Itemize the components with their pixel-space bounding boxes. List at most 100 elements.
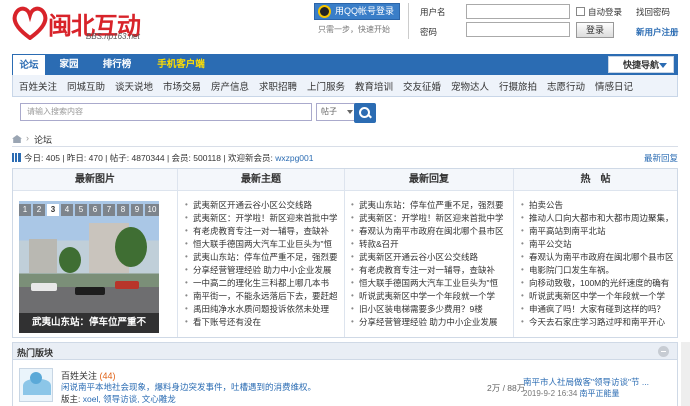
topic-item[interactable]: 武夷新区：开学啦！新区迎来首批中学 bbox=[185, 212, 341, 224]
search-input[interactable]: 请输入搜索内容 bbox=[20, 103, 312, 121]
reply-item[interactable]: 有老虎教育专注一对一辅导，查缺补 bbox=[351, 264, 509, 276]
category-item[interactable]: 宠物达人 bbox=[451, 79, 489, 93]
login-button[interactable]: 登录 bbox=[576, 22, 614, 38]
pager-page[interactable]: 7 bbox=[103, 204, 115, 216]
pager-page[interactable]: 8 bbox=[117, 204, 129, 216]
hot-post-item[interactable]: 申通疯了吗！大家有碰到这样的吗？ bbox=[521, 303, 675, 315]
main-nav: 论坛 家园 排行榜 手机客户端 快捷导航 bbox=[12, 54, 678, 75]
topic-item[interactable]: 武夷山东站：停车位严重不足，强烈要 bbox=[185, 251, 341, 263]
qq-login-button[interactable]: 用QQ帐号登录 bbox=[314, 3, 400, 20]
topic-item[interactable]: 南平街一，不能永远落后下去，要赶超 bbox=[185, 290, 341, 302]
category-item[interactable]: 行摄旅拍 bbox=[499, 79, 537, 93]
reply-item[interactable]: 武夷山东站：停车位严重不足，强烈要 bbox=[351, 199, 509, 211]
reply-item[interactable]: 恒大联手德国两大汽车工业巨头为"恒 bbox=[351, 277, 509, 289]
hot-forums-title: 热门版块 bbox=[17, 348, 54, 358]
new-member-link[interactable]: wxzpg001 bbox=[275, 153, 313, 163]
pager-page[interactable]: 6 bbox=[89, 204, 101, 216]
category-item[interactable]: 求职招聘 bbox=[259, 79, 297, 93]
collapse-icon[interactable] bbox=[658, 346, 669, 357]
category-item[interactable]: 教育培训 bbox=[355, 79, 393, 93]
topic-item[interactable]: 恒大联手德国两大汽车工业巨头为"恒 bbox=[185, 238, 341, 250]
category-item[interactable]: 同城互助 bbox=[67, 79, 105, 93]
reply-item[interactable]: 春观认为南平市政府在闽北哪个县市区 bbox=[351, 225, 509, 237]
column-divider bbox=[513, 169, 514, 337]
hot-post-item[interactable]: 春观认为南平市政府在闽北哪个县市区 bbox=[521, 251, 675, 263]
photo-car bbox=[31, 283, 57, 291]
category-item[interactable]: 情感日记 bbox=[595, 79, 633, 93]
hot-post-item[interactable]: 今天去石家庄学习路过呼和南平开心 bbox=[521, 316, 675, 328]
reply-item[interactable]: 转款&召开 bbox=[351, 238, 509, 250]
search-button[interactable] bbox=[354, 103, 376, 123]
category-item[interactable]: 志愿行动 bbox=[547, 79, 585, 93]
login-divider bbox=[408, 3, 409, 39]
category-item[interactable]: 市场交易 bbox=[163, 79, 201, 93]
category-item[interactable]: 百姓关注 bbox=[19, 79, 57, 93]
reply-item[interactable]: 武夷新区开通云谷小区公交线路 bbox=[351, 251, 509, 263]
topic-item[interactable]: 分享经营管理经验 助力中小企业发展 bbox=[185, 264, 341, 276]
hot-post-item[interactable]: 推动人口向大都市和大都市周边聚集， bbox=[521, 212, 675, 224]
password-input[interactable] bbox=[466, 22, 570, 37]
hot-post-item[interactable]: 电影院门口发生车祸。 bbox=[521, 264, 675, 276]
pager-page[interactable]: 10 bbox=[145, 204, 159, 216]
post-count: 4870344 bbox=[131, 153, 165, 163]
category-item[interactable]: 房产信息 bbox=[211, 79, 249, 93]
hot-post-item[interactable]: 听说武夷新区中学一个年段就一个学 bbox=[521, 290, 675, 302]
pager-page[interactable]: 1 bbox=[19, 204, 31, 216]
scrollbar[interactable] bbox=[681, 342, 690, 406]
topic-item[interactable]: 有老虎教育专注一对一辅导，查缺补 bbox=[185, 225, 341, 237]
topic-item[interactable]: 一中高二的理化生三科都上哪几本书 bbox=[185, 277, 341, 289]
nav-home[interactable]: 家园 bbox=[52, 54, 86, 75]
topic-item[interactable]: 看下账号还有没在 bbox=[185, 316, 341, 328]
yesterday-count: 470 bbox=[88, 153, 103, 163]
forgot-password-link[interactable]: 找回密码 bbox=[636, 6, 670, 18]
reply-item[interactable]: 分享经营管理经验 助力中小企业发展 bbox=[351, 316, 509, 328]
pager-page-active[interactable]: 3 bbox=[47, 204, 59, 216]
column-divider bbox=[177, 169, 178, 337]
forum-new-count: (44) bbox=[99, 371, 116, 381]
topic-item[interactable]: 武夷新区开通云谷小区公交线路 bbox=[185, 199, 341, 211]
photo-caption[interactable]: 武夷山东站：停车位严重不 bbox=[19, 313, 159, 333]
reply-item[interactable]: 听说武夷新区中学一个年段就一个学 bbox=[351, 290, 509, 302]
category-nav: 百姓关注 同城互助 谈天说地 市场交易 房产信息 求职招聘 上门服务 教育培训 … bbox=[12, 75, 678, 97]
photo-car bbox=[115, 281, 139, 289]
reply-item[interactable]: 武夷新区：开学啦！新区迎来首批中学 bbox=[351, 212, 509, 224]
breadcrumb: › 论坛 bbox=[12, 133, 678, 147]
latest-reply-link[interactable]: 最新回复 bbox=[644, 152, 678, 164]
pager-page[interactable]: 5 bbox=[75, 204, 87, 216]
featured-photo[interactable]: 武夷山东站：停车位严重不 bbox=[19, 201, 159, 333]
nav-ranking[interactable]: 排行榜 bbox=[96, 54, 138, 75]
forum-icon[interactable] bbox=[19, 368, 53, 402]
site-logo[interactable]: 闽北互动 BBS.np163.net bbox=[12, 4, 152, 42]
forum-last-post-time: 2019-9-2 16:34 南平正能量 bbox=[523, 389, 620, 398]
hot-post-item[interactable]: 南平公交站 bbox=[521, 238, 675, 250]
username-label: 用户名 bbox=[420, 7, 446, 17]
breadcrumb-separator: › bbox=[26, 133, 29, 143]
forum-last-post[interactable]: 南平市人社局做客"领导访谈"节 ... bbox=[523, 376, 649, 388]
register-link[interactable]: 新用户注册 bbox=[636, 26, 679, 38]
search-scope-select[interactable]: 帖子 bbox=[316, 103, 358, 121]
username-input[interactable] bbox=[466, 4, 570, 19]
topic-item[interactable]: 禹田纯净水水质问题投诉依然未处理 bbox=[185, 303, 341, 315]
category-item[interactable]: 交友征婚 bbox=[403, 79, 441, 93]
quick-nav-dropdown[interactable]: 快捷导航 bbox=[608, 56, 674, 73]
hot-post-item[interactable]: 拍卖公告 bbox=[521, 199, 675, 211]
pager-page[interactable]: 4 bbox=[61, 204, 73, 216]
qq-login-tip: 只需一步，快速开始 bbox=[318, 25, 390, 34]
category-item[interactable]: 谈天说地 bbox=[115, 79, 153, 93]
hot-post-item[interactable]: 南平高站到南平北站 bbox=[521, 225, 675, 237]
last-post-user[interactable]: 南平正能量 bbox=[580, 389, 620, 398]
nav-forum[interactable]: 论坛 bbox=[12, 54, 46, 75]
moderator-links[interactable]: xoel, 领导访谈, 文心雕龙 bbox=[83, 394, 176, 404]
nav-mobile-client[interactable]: 手机客户端 bbox=[146, 54, 216, 75]
pager-page[interactable]: 9 bbox=[131, 204, 143, 216]
home-icon[interactable] bbox=[12, 135, 22, 143]
category-item[interactable]: 上门服务 bbox=[307, 79, 345, 93]
reply-item[interactable]: 旧小区装电梯需要多少费用？9楼 bbox=[351, 303, 509, 315]
breadcrumb-current[interactable]: 论坛 bbox=[34, 133, 52, 146]
hot-post-item[interactable]: 向移动致敬，100M的光纤速度的确有 bbox=[521, 277, 675, 289]
photo-tree bbox=[115, 227, 147, 267]
password-label: 密码 bbox=[420, 27, 438, 37]
auto-login-checkbox[interactable] bbox=[576, 7, 585, 16]
qq-login-label: 用QQ帐号登录 bbox=[335, 6, 395, 16]
pager-page[interactable]: 2 bbox=[33, 204, 45, 216]
